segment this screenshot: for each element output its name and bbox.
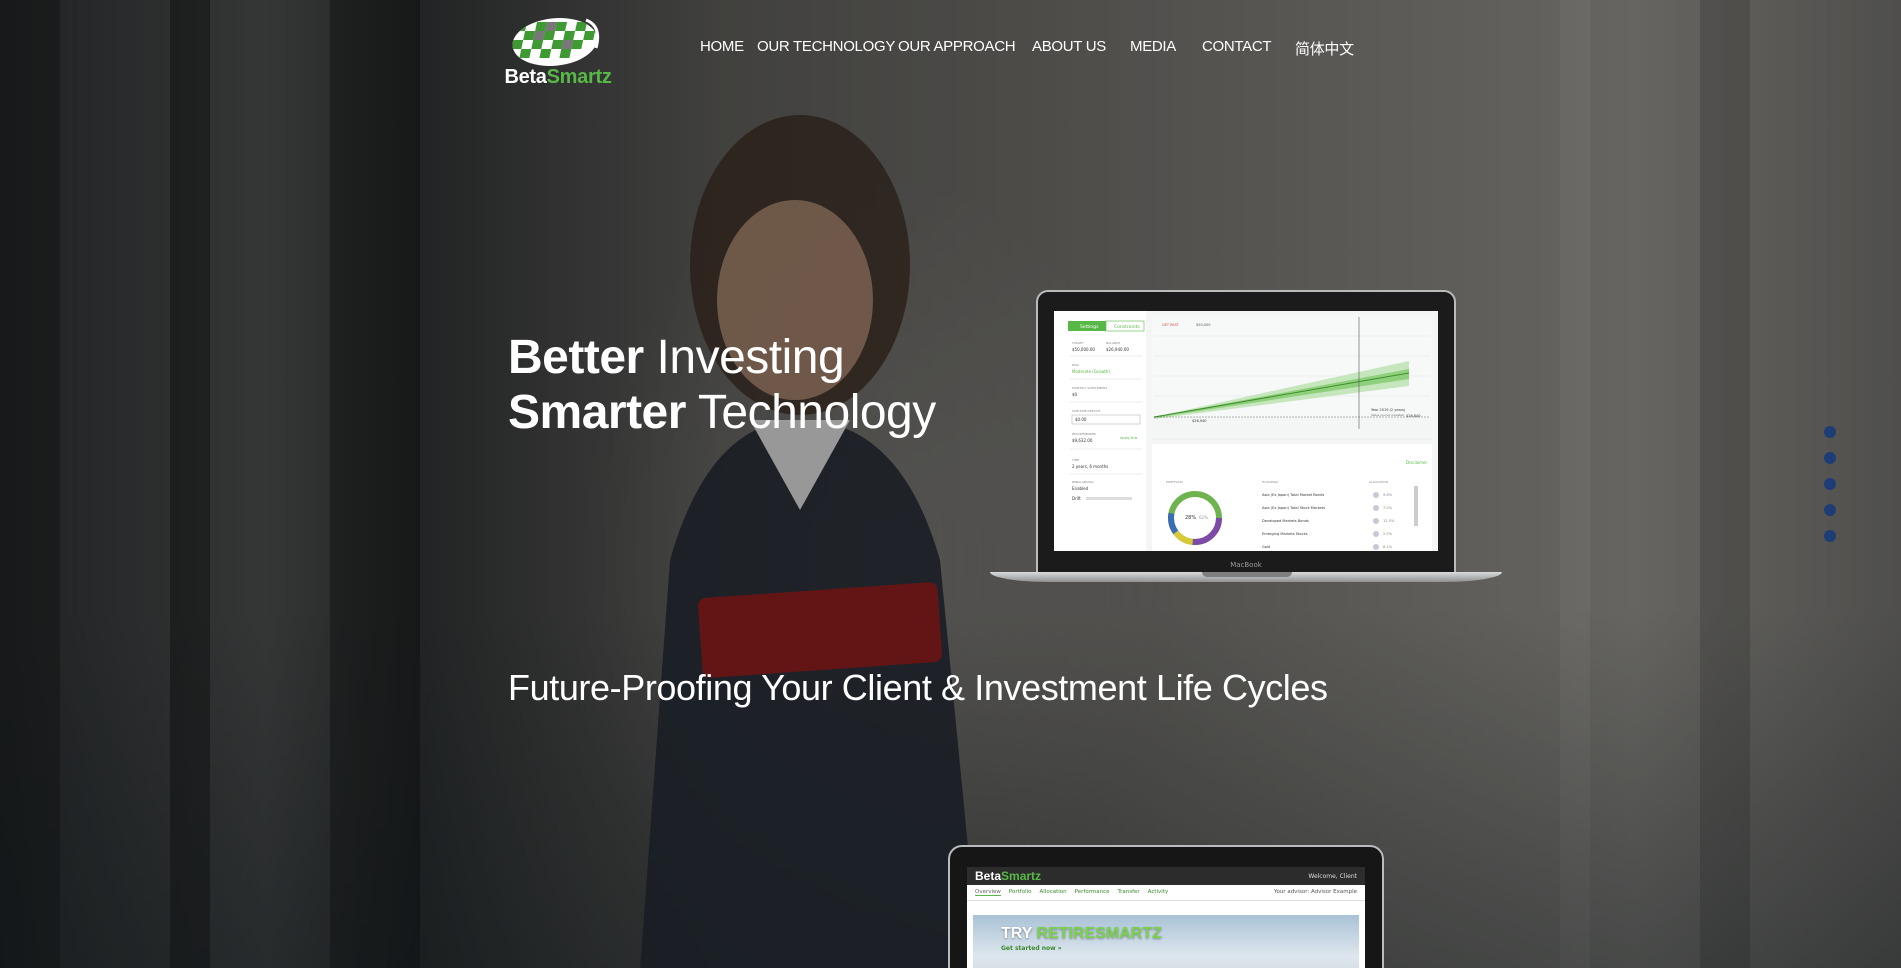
- hero-subheadline: Future-Proofing Your Client & Investment…: [508, 667, 1328, 708]
- tablet-tab-portfolio: Portfolio: [1008, 889, 1032, 895]
- svg-text:Gold: Gold: [1262, 545, 1270, 549]
- hero-background: [0, 0, 1901, 968]
- svg-text:ONE-TIME DEPOSIT: ONE-TIME DEPOSIT: [1072, 409, 1101, 413]
- laptop-lid: Settings Constraints TARGET $50,000.00 B…: [1036, 290, 1456, 575]
- svg-text:Disclaimer: Disclaimer: [1406, 460, 1428, 465]
- svg-text:9.6%: 9.6%: [1383, 493, 1393, 497]
- svg-text:HOLDINGS: HOLDINGS: [1262, 480, 1278, 484]
- svg-text:2 years, 6 months: 2 years, 6 months: [1072, 464, 1108, 469]
- nav-chinese[interactable]: 简体中文: [1295, 38, 1354, 59]
- svg-text:Asia (Ex Japan) Total Stock Ma: Asia (Ex Japan) Total Stock Markets: [1262, 506, 1325, 510]
- tab-constraints: Constraints: [1114, 324, 1140, 330]
- svg-text:Year 2019 (2 years): Year 2019 (2 years): [1371, 408, 1406, 412]
- svg-text:ALLOCATION: ALLOCATION: [1369, 480, 1388, 484]
- tablet-mockup: BetaSmartz Welcome, Client Overview Port…: [948, 845, 1384, 968]
- pager-dot-4[interactable]: [1824, 504, 1836, 516]
- svg-text:$0: $0: [1072, 392, 1078, 397]
- dashboard-screenshot: Settings Constraints TARGET $50,000.00 B…: [1054, 311, 1432, 551]
- headline-line-1: Better Investing: [508, 331, 845, 384]
- svg-text:PORTFOLIO: PORTFOLIO: [1166, 480, 1184, 484]
- tablet-tab-allocation: Allocation: [1039, 889, 1067, 895]
- tablet-brand: BetaSmartz: [975, 869, 1042, 883]
- brand-logo[interactable]: BetaSmartz: [498, 8, 618, 88]
- tablet-screen: BetaSmartz Welcome, Client Overview Port…: [967, 867, 1365, 968]
- svg-text:REBALANCING: REBALANCING: [1072, 480, 1094, 484]
- slide-pager: [1824, 426, 1838, 556]
- tablet-app-bar: BetaSmartz Welcome, Client: [967, 867, 1365, 885]
- pager-dot-1[interactable]: [1824, 426, 1836, 438]
- tablet-tab-transfer: Transfer: [1117, 889, 1140, 895]
- svg-text:$9,632.00: $9,632.00: [1072, 438, 1093, 443]
- tab-settings: Settings: [1080, 324, 1099, 330]
- laptop-mockup: Settings Constraints TARGET $50,000.00 B…: [990, 290, 1502, 590]
- laptop-notch: [1202, 572, 1292, 577]
- pager-dot-2[interactable]: [1824, 452, 1836, 464]
- svg-text:62%: 62%: [1199, 515, 1208, 520]
- pager-dot-3[interactable]: [1824, 478, 1836, 490]
- hero-headline: Better Investing Smarter Technology: [508, 330, 936, 440]
- svg-text:TARGET: TARGET: [1071, 341, 1084, 345]
- svg-text:12.5%: 12.5%: [1383, 519, 1395, 523]
- headline-line-2: Smarter Technology: [508, 386, 936, 439]
- nav-our-approach[interactable]: OUR APPROACH: [898, 38, 1016, 55]
- nav-home[interactable]: HOME: [700, 38, 744, 55]
- svg-text:$26,940: $26,940: [1192, 419, 1206, 423]
- svg-text:28%: 28%: [1185, 515, 1196, 521]
- svg-text:BALANCE: BALANCE: [1106, 341, 1120, 345]
- globe-logo-icon: [507, 18, 602, 66]
- nav-about-us[interactable]: ABOUT US: [1032, 38, 1106, 55]
- svg-text:Moderate (Growth): Moderate (Growth): [1072, 369, 1110, 374]
- banner-title: TRY RETIRESMARTZ: [1001, 925, 1162, 942]
- pager-dot-5[interactable]: [1824, 530, 1836, 542]
- svg-text:Apply this: Apply this: [1120, 436, 1138, 440]
- svg-text:RISK: RISK: [1072, 363, 1080, 367]
- nav-media[interactable]: MEDIA: [1130, 38, 1176, 55]
- svg-text:TIME: TIME: [1071, 458, 1079, 462]
- svg-text:GET PAST: GET PAST: [1162, 323, 1180, 327]
- tablet-tab-overview: Overview: [975, 889, 1001, 896]
- svg-text:Drift: Drift: [1072, 496, 1081, 501]
- nav-contact[interactable]: CONTACT: [1202, 38, 1272, 55]
- svg-text:$50,000: $50,000: [1196, 323, 1210, 327]
- svg-text:MONTHLY SUPPLEMENT: MONTHLY SUPPLEMENT: [1072, 386, 1107, 390]
- tablet-tab-performance: Performance: [1074, 889, 1110, 895]
- laptop-screen: Settings Constraints TARGET $50,000.00 B…: [1054, 311, 1438, 551]
- svg-text:Developed Markets Bonds: Developed Markets Bonds: [1262, 519, 1309, 523]
- svg-text:$26,840: $26,840: [1406, 414, 1420, 418]
- svg-text:Emerging Markets Stocks: Emerging Markets Stocks: [1262, 532, 1308, 536]
- svg-text:7.5%: 7.5%: [1383, 506, 1393, 510]
- tablet-advisor: Your advisor: Advisor Example: [1273, 889, 1357, 895]
- tablet-tabs: Overview Portfolio Allocation Performanc…: [967, 885, 1365, 901]
- svg-text:2.5%: 2.5%: [1383, 532, 1393, 536]
- svg-text:6.1%: 6.1%: [1383, 545, 1393, 549]
- svg-text:Enabled: Enabled: [1072, 486, 1089, 491]
- retiresmartz-banner: TRY RETIRESMARTZ Get started now »: [973, 915, 1359, 968]
- laptop-brand-label: MacBook: [1230, 561, 1262, 569]
- svg-text:$26,940.00: $26,940.00: [1106, 347, 1129, 352]
- logo-wordmark: BetaSmartz: [504, 66, 612, 88]
- svg-text:$50,000.00: $50,000.00: [1072, 347, 1095, 352]
- tablet-tab-activity: Activity: [1147, 889, 1169, 895]
- dark-overlay: [0, 0, 1901, 968]
- svg-text:$0.00: $0.00: [1075, 417, 1087, 422]
- svg-text:Asia (Ex Japan) Total Market B: Asia (Ex Japan) Total Market Bonds: [1262, 493, 1324, 497]
- svg-text:RECOMMENDED: RECOMMENDED: [1072, 432, 1097, 436]
- svg-text:Value you've invested: Value you've invested: [1371, 413, 1404, 417]
- tablet-welcome: Welcome, Client: [1308, 872, 1357, 880]
- banner-cta: Get started now »: [1001, 945, 1062, 952]
- nav-our-technology[interactable]: OUR TECHNOLOGY: [757, 38, 895, 55]
